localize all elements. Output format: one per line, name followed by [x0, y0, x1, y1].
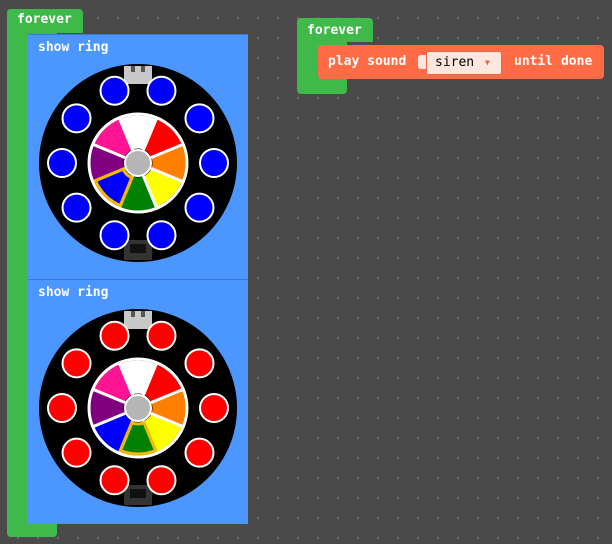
ring-editor-1[interactable]: [38, 63, 238, 263]
ring-led[interactable]: [61, 103, 92, 134]
forever-hat[interactable]: forever: [7, 9, 83, 33]
connector-pin: [131, 66, 135, 72]
ring-led[interactable]: [199, 393, 229, 423]
ring-editor-2[interactable]: [38, 308, 238, 508]
ring-led[interactable]: [99, 220, 130, 251]
connector-socket: [130, 244, 146, 253]
show-ring-block-1[interactable]: show ring: [28, 34, 248, 279]
ring-led[interactable]: [61, 348, 92, 379]
connector-pin: [141, 66, 145, 72]
ring-led[interactable]: [184, 348, 215, 379]
ring-led[interactable]: [47, 148, 77, 178]
ring-led[interactable]: [199, 148, 229, 178]
play-sound-label: play sound: [328, 54, 407, 69]
connector-pin: [141, 311, 145, 317]
ring-led[interactable]: [146, 465, 177, 496]
ring-connector-top: [124, 311, 152, 329]
connector-socket: [130, 489, 146, 498]
ring-led[interactable]: [99, 320, 130, 351]
dropdown-notch: [418, 55, 426, 69]
wheel-center-off[interactable]: [124, 149, 152, 177]
ring-led[interactable]: [184, 192, 215, 223]
chevron-down-icon: ▼: [485, 58, 490, 67]
show-ring-label: show ring: [38, 40, 109, 55]
play-sound-block[interactable]: play sound siren ▼ until done: [318, 45, 604, 79]
connector-pin: [131, 311, 135, 317]
ring-led[interactable]: [99, 75, 130, 106]
forever-label: forever: [307, 23, 362, 38]
sound-dropdown-value: siren: [435, 55, 475, 70]
ring-led[interactable]: [146, 75, 177, 106]
show-ring-label: show ring: [38, 285, 109, 300]
ring-led[interactable]: [99, 465, 130, 496]
ring-led[interactable]: [146, 320, 177, 351]
forever-hat[interactable]: forever: [297, 18, 373, 42]
ring-led[interactable]: [184, 437, 215, 468]
wheel-center-off[interactable]: [124, 394, 152, 422]
ring-led[interactable]: [61, 437, 92, 468]
forever-label: forever: [17, 12, 72, 27]
show-ring-block-2[interactable]: show ring: [28, 279, 248, 524]
until-done-label: until done: [514, 54, 593, 69]
forever-bottom: [7, 523, 57, 537]
sound-dropdown[interactable]: siren ▼: [426, 51, 502, 75]
ring-led[interactable]: [184, 103, 215, 134]
ring-led[interactable]: [61, 192, 92, 223]
ring-connector-top: [124, 66, 152, 84]
ring-led[interactable]: [47, 393, 77, 423]
ring-led[interactable]: [146, 220, 177, 251]
